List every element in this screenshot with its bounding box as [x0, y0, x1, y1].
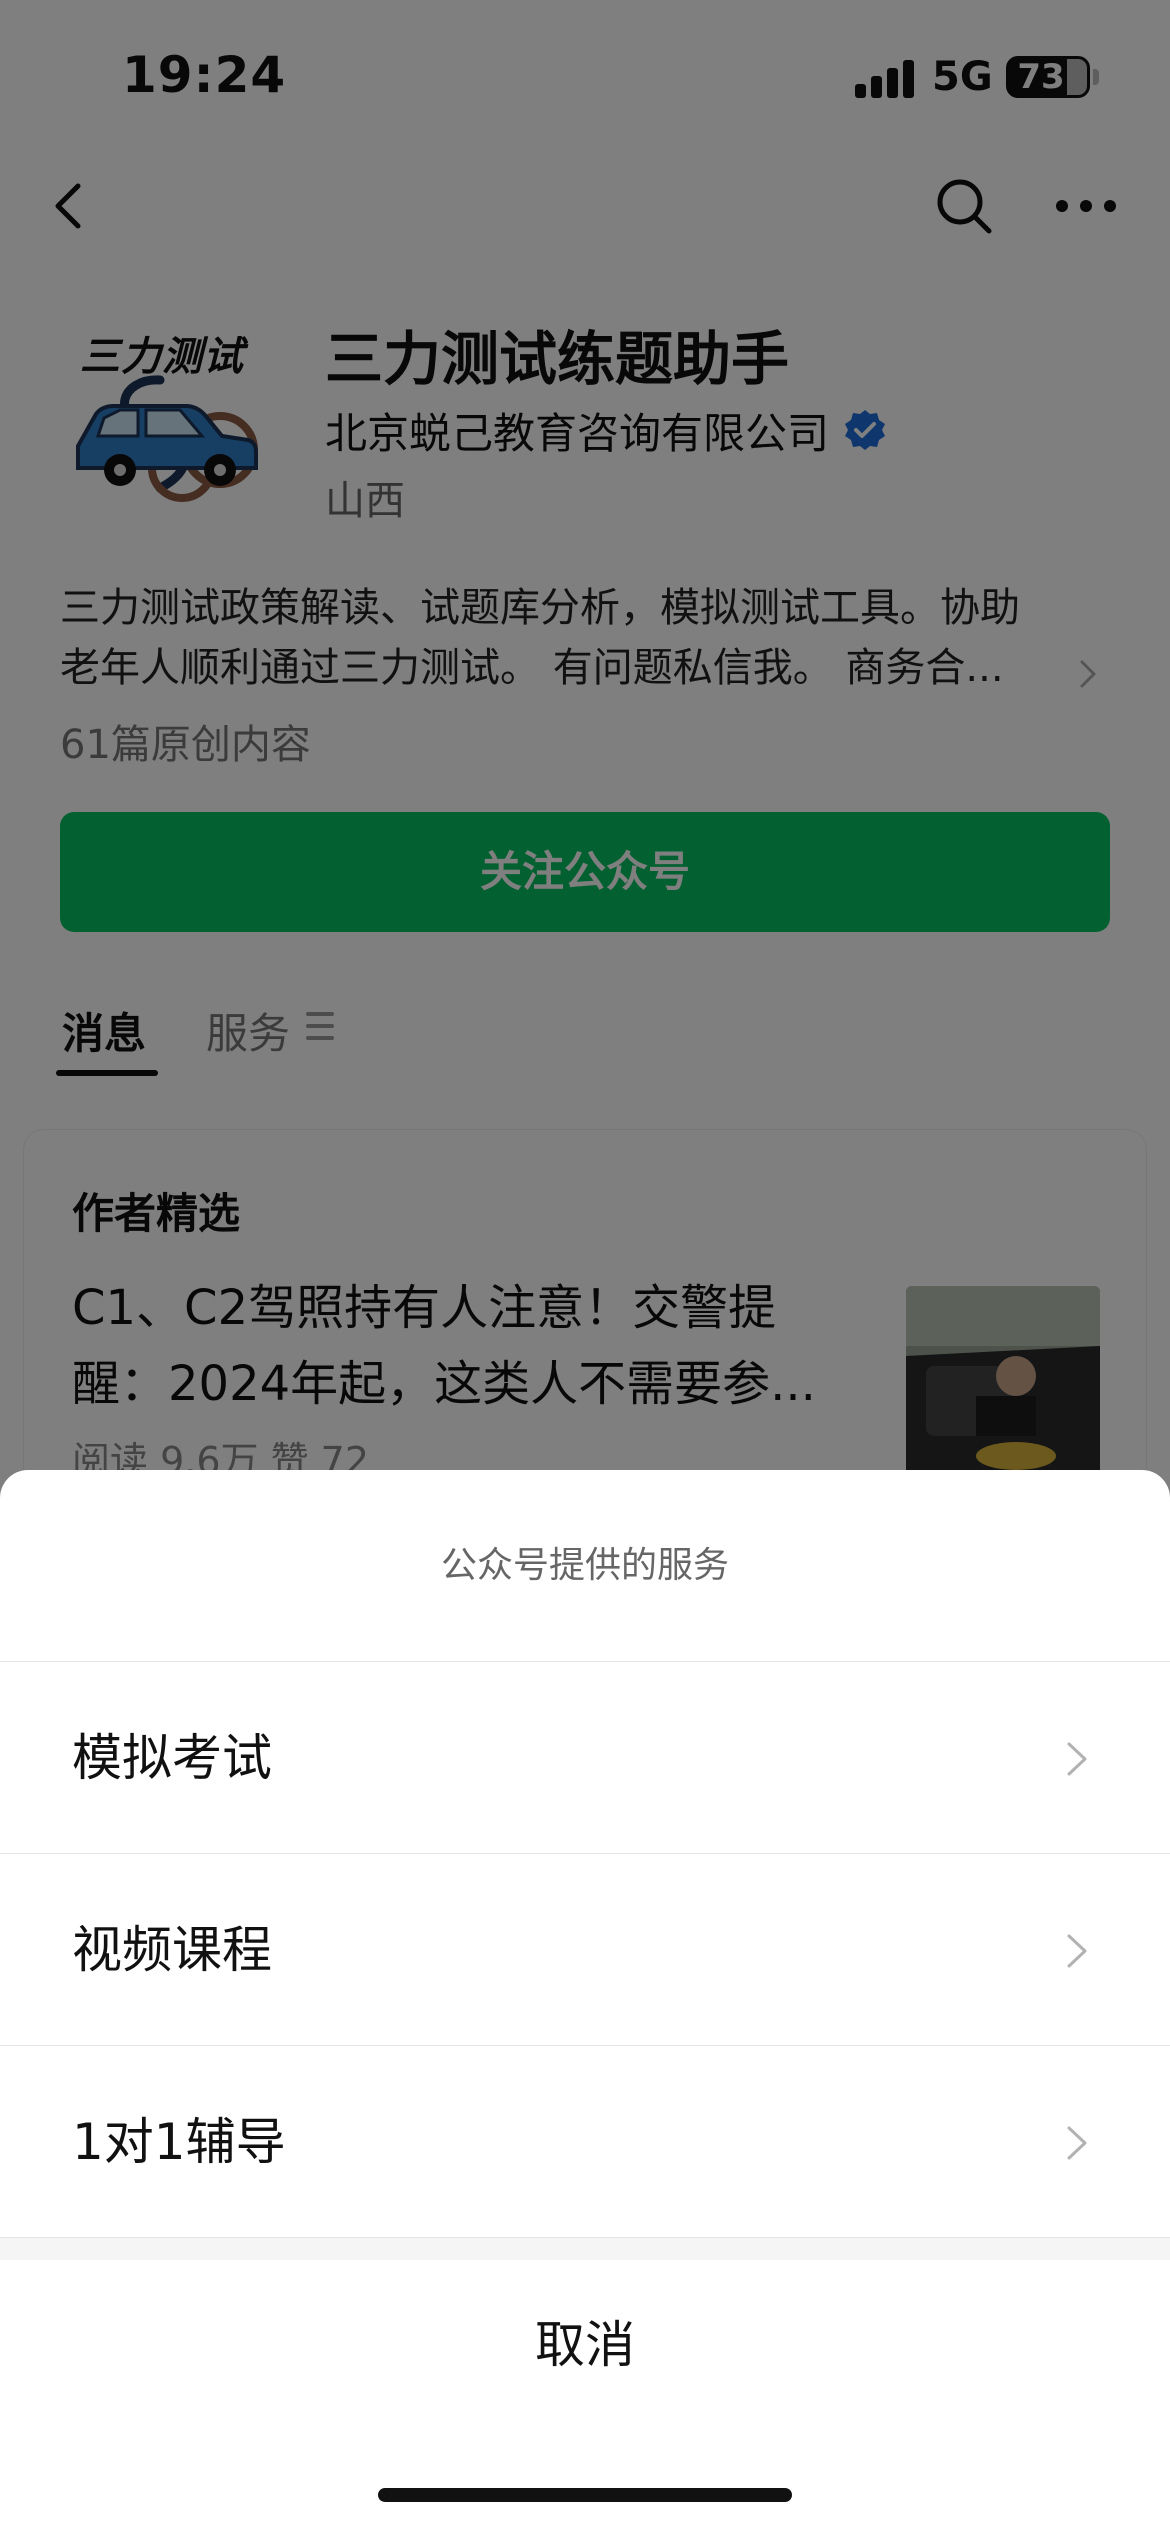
service-item-label: 1对1辅导: [72, 2113, 286, 2171]
cancel-button[interactable]: 取消: [0, 2260, 1170, 2430]
sheet-title: 公众号提供的服务: [0, 1470, 1170, 1662]
sheet-separator: [0, 2238, 1170, 2260]
services-action-sheet: 公众号提供的服务 模拟考试 视频课程 1对1辅导 取消: [0, 1470, 1170, 2532]
service-item-video-course[interactable]: 视频课程: [0, 1854, 1170, 2046]
service-item-mock-exam[interactable]: 模拟考试: [0, 1662, 1170, 1854]
chevron-right-icon: [1067, 1934, 1087, 1968]
official-account-page: 19:24 5G 73 三力测试: [0, 0, 1170, 2532]
service-item-label: 模拟考试: [72, 1729, 272, 1787]
chevron-right-icon: [1067, 1742, 1087, 1776]
service-item-label: 视频课程: [72, 1921, 272, 1979]
service-item-one-on-one[interactable]: 1对1辅导: [0, 2046, 1170, 2238]
home-indicator[interactable]: [378, 2488, 792, 2502]
chevron-right-icon: [1067, 2126, 1087, 2160]
